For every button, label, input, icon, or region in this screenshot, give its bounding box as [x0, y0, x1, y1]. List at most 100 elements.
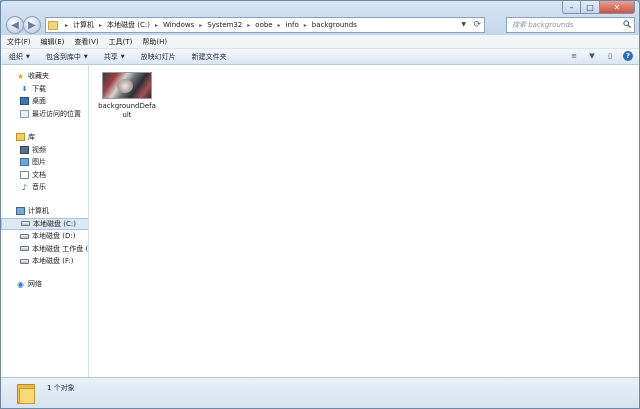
- sidebar-item-label: 视频: [32, 145, 46, 154]
- view-options-icon[interactable]: ≡: [569, 51, 579, 61]
- folder-icon: [48, 20, 58, 30]
- breadcrumb-item-info[interactable]: info: [286, 21, 299, 29]
- minimize-button[interactable]: –: [562, 1, 581, 14]
- sidebar-item-desktop[interactable]: 桌面: [1, 95, 88, 108]
- back-arrow-icon: ◀: [11, 19, 19, 31]
- menu-bar: 文件(F) 编辑(E) 查看(V) 工具(T) 帮助(H): [1, 35, 639, 49]
- file-list[interactable]: backgroundDefault: [90, 65, 639, 377]
- search-input[interactable]: 搜索 backgrounds: [512, 20, 623, 30]
- share-label: 共享: [103, 52, 118, 61]
- sidebar-item-label: 下载: [32, 84, 46, 93]
- recent-places-icon: [20, 109, 29, 118]
- breadcrumb-separator[interactable]: ▸: [304, 22, 307, 29]
- window-controls: – □ ✕: [562, 1, 635, 14]
- file-item[interactable]: backgroundDefault: [98, 72, 156, 120]
- sidebar-item-documents[interactable]: 文档: [1, 169, 88, 182]
- new-folder-button[interactable]: 新建文件夹: [192, 52, 227, 62]
- breadcrumb-item-system32[interactable]: System32: [207, 21, 242, 29]
- sidebar-item-label: 本地磁盘 工作盘 (E:): [32, 244, 89, 253]
- breadcrumb-item-computer[interactable]: 计算机: [73, 20, 94, 30]
- preview-pane-icon[interactable]: ▯: [605, 51, 615, 61]
- sidebar-item-computer[interactable]: 计算机: [1, 205, 88, 218]
- favorites-group: ★ 收藏夹 ⬇ 下载 桌面 最近访问的位置: [1, 70, 88, 121]
- breadcrumb-item-oobe[interactable]: oobe: [255, 21, 272, 29]
- address-dropdown-icon[interactable]: ▼: [461, 21, 466, 28]
- drive-icon: [20, 233, 29, 239]
- help-icon[interactable]: ?: [623, 51, 633, 61]
- menu-tools[interactable]: 工具(T): [109, 37, 133, 47]
- breadcrumb-separator[interactable]: ▸: [278, 22, 281, 29]
- sidebar-item-network[interactable]: ◉ 网络: [1, 278, 88, 291]
- computer-icon: [16, 207, 25, 216]
- chevron-down-icon[interactable]: ▼: [587, 51, 597, 61]
- navigation-pane: ★ 收藏夹 ⬇ 下载 桌面 最近访问的位置 库 视频 图片 文档 ♪ 音乐 计算…: [1, 65, 89, 377]
- picture-icon: [20, 158, 29, 167]
- sidebar-item-drive-f[interactable]: 本地磁盘 (F:): [1, 255, 88, 268]
- forward-button[interactable]: ▶: [23, 16, 41, 34]
- star-icon: ★: [16, 71, 25, 81]
- breadcrumb-item-backgrounds[interactable]: backgrounds: [312, 21, 357, 29]
- breadcrumb-separator[interactable]: ▸: [247, 22, 250, 29]
- view-controls: ≡ ▼ ▯ ?: [569, 51, 633, 61]
- network-group: ◉ 网络: [1, 278, 88, 291]
- sidebar-item-drive-e[interactable]: 本地磁盘 工作盘 (E:): [1, 243, 89, 256]
- slideshow-button[interactable]: 放映幻灯片: [141, 52, 176, 62]
- breadcrumb-separator[interactable]: ▸: [155, 22, 158, 29]
- details-pane: 1 个对象: [1, 377, 639, 408]
- new-folder-label: 新建文件夹: [191, 52, 227, 61]
- menu-file[interactable]: 文件(F): [7, 37, 31, 47]
- share-button[interactable]: 共享 ▼: [104, 52, 125, 62]
- sidebar-item-music[interactable]: ♪ 音乐: [1, 181, 88, 194]
- breadcrumb: ▸ 计算机 ▸ 本地磁盘 (C:) ▸ Windows ▸ System32 ▸…: [60, 20, 357, 30]
- include-in-library-label: 包含到库中: [45, 52, 81, 61]
- video-icon: [20, 145, 29, 154]
- desktop-icon: [20, 97, 29, 106]
- image-thumbnail[interactable]: [102, 72, 152, 99]
- download-icon: ⬇: [21, 84, 28, 93]
- refresh-icon[interactable]: ⟳: [473, 20, 481, 30]
- sidebar-item-videos[interactable]: 视频: [1, 144, 88, 157]
- item-count: 1 个对象: [47, 384, 75, 392]
- search-icon[interactable]: [623, 20, 631, 30]
- drive-icon: [21, 221, 30, 227]
- sidebar-item-recent-places[interactable]: 最近访问的位置: [1, 108, 88, 121]
- back-button[interactable]: ◀: [6, 16, 24, 34]
- breadcrumb-root-separator[interactable]: ▸: [65, 22, 68, 29]
- maximize-button[interactable]: □: [581, 1, 600, 14]
- forward-arrow-icon: ▶: [28, 19, 36, 31]
- search-box[interactable]: 搜索 backgrounds: [506, 17, 635, 33]
- explorer-window: – □ ✕ ◀ ▶ ▸ 计算机 ▸ 本地磁盘 (C:) ▸ Windows ▸ …: [0, 0, 640, 409]
- sidebar-item-downloads[interactable]: ⬇ 下载: [1, 83, 88, 96]
- sidebar-item-label: 桌面: [32, 97, 46, 106]
- menu-help[interactable]: 帮助(H): [142, 37, 167, 47]
- include-in-library-button[interactable]: 包含到库中 ▼: [46, 52, 88, 62]
- sidebar-item-drive-d[interactable]: 本地磁盘 (D:): [1, 230, 88, 243]
- sidebar-item-libraries[interactable]: 库: [1, 131, 88, 144]
- breadcrumb-separator[interactable]: ▸: [99, 22, 102, 29]
- sidebar-item-label: 收藏夹: [28, 72, 49, 81]
- address-bar[interactable]: ▸ 计算机 ▸ 本地磁盘 (C:) ▸ Windows ▸ System32 ▸…: [45, 17, 485, 33]
- breadcrumb-item-windows[interactable]: Windows: [163, 21, 194, 29]
- drive-icon: [20, 258, 29, 264]
- chevron-down-icon: ▼: [120, 53, 125, 60]
- sidebar-item-label: 本地磁盘 (D:): [32, 232, 76, 241]
- menu-view[interactable]: 查看(V): [74, 37, 98, 47]
- music-icon: ♪: [21, 182, 28, 192]
- library-icon: [16, 133, 25, 142]
- organize-label: 组织: [9, 52, 23, 61]
- file-name[interactable]: backgroundDefault: [98, 102, 156, 120]
- computer-group: 计算机 本地磁盘 (C:) 本地磁盘 (D:) 本地磁盘 工作盘 (E:) 本地…: [1, 205, 89, 268]
- sidebar-item-favorites[interactable]: ★ 收藏夹: [1, 70, 88, 83]
- sidebar-item-pictures[interactable]: 图片: [1, 156, 88, 169]
- sidebar-item-label: 库: [28, 133, 35, 142]
- breadcrumb-item-drive-c[interactable]: 本地磁盘 (C:): [107, 20, 150, 30]
- menu-edit[interactable]: 编辑(E): [41, 37, 65, 47]
- sidebar-item-label: 最近访问的位置: [32, 109, 81, 118]
- sidebar-item-drive-c[interactable]: 本地磁盘 (C:): [1, 217, 88, 230]
- title-bar: – □ ✕ ◀ ▶ ▸ 计算机 ▸ 本地磁盘 (C:) ▸ Windows ▸ …: [1, 1, 639, 35]
- sidebar-item-label: 音乐: [32, 183, 46, 192]
- close-button[interactable]: ✕: [600, 1, 635, 14]
- organize-button[interactable]: 组织 ▼: [9, 52, 30, 62]
- document-icon: [20, 170, 29, 179]
- breadcrumb-separator[interactable]: ▸: [199, 22, 202, 29]
